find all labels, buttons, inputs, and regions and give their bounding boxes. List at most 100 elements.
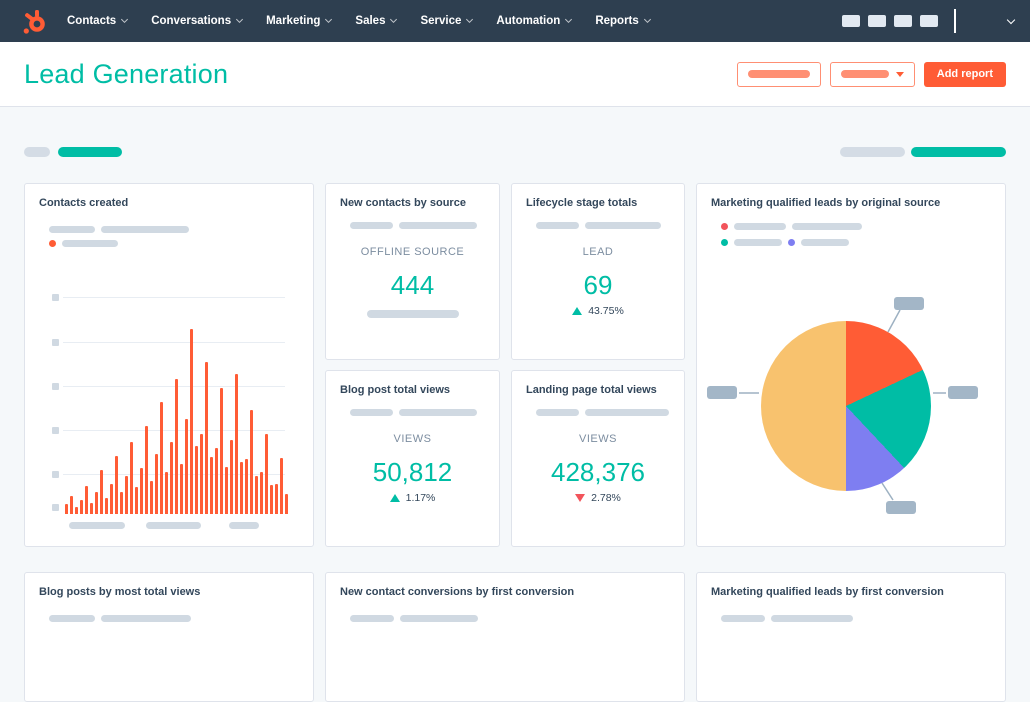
metric-delta: 1.17% [326, 492, 499, 504]
bar [220, 388, 223, 514]
bar [90, 503, 93, 514]
nav-action-placeholder-icon[interactable] [920, 15, 938, 27]
bar [140, 468, 143, 514]
account-chevron-down-icon[interactable] [1006, 15, 1016, 24]
nav-item-contacts[interactable]: Contacts [67, 15, 129, 27]
nav-item-marketing[interactable]: Marketing [266, 15, 333, 27]
bar [230, 440, 233, 514]
skeleton-pill [536, 409, 579, 416]
nav-action-placeholder-icon[interactable] [842, 15, 860, 27]
pie-label-skeleton [707, 386, 737, 399]
nav-item-sales[interactable]: Sales [355, 15, 398, 27]
delta-up-icon [572, 307, 583, 315]
bar [265, 434, 268, 514]
nav-item-service[interactable]: Service [420, 15, 474, 27]
metric-value: 50,812 [372, 457, 453, 487]
card-title: New contact conversions by first convers… [340, 586, 575, 598]
delta-value: 1.17% [405, 492, 436, 504]
metric-label: LEAD [582, 246, 614, 258]
nav-action-placeholder-icon[interactable] [868, 15, 886, 27]
dashboard-actions-dropdown[interactable] [736, 61, 821, 87]
nav-divider [954, 9, 956, 33]
card-title: Marketing qualified leads by first conve… [711, 586, 944, 598]
bar [275, 484, 278, 514]
bar [130, 442, 133, 514]
metric-value: 444 [390, 270, 435, 300]
bar [180, 464, 183, 514]
bar [165, 472, 168, 514]
dropdown-caret-icon [895, 71, 904, 77]
add-report-button[interactable]: Add report [923, 61, 1006, 87]
bar [255, 476, 258, 514]
bar [110, 484, 113, 514]
chart-legend-row [49, 615, 191, 622]
bar [170, 442, 173, 514]
bar [235, 374, 238, 514]
bar [225, 467, 228, 514]
nav-action-placeholder-icon[interactable] [894, 15, 912, 27]
skeleton-pill [101, 615, 191, 622]
card-blog-posts-by-most-total-views: Blog posts by most total views [24, 572, 314, 702]
bar [100, 470, 103, 514]
bar [240, 462, 243, 514]
metric-delta: 2.78% [512, 492, 684, 504]
dashboard-filter-chip[interactable] [911, 147, 1006, 157]
chart-legend-row [49, 226, 189, 233]
chevron-down-icon [236, 15, 244, 24]
y-axis-tick [52, 504, 59, 511]
nav-menu: Contacts Conversations Marketing Sales S… [67, 15, 651, 27]
nav-item-reports[interactable]: Reports [595, 15, 651, 27]
y-axis-tick [52, 471, 59, 478]
nav-item-conversations[interactable]: Conversations [151, 15, 244, 27]
chart-legend-row [536, 222, 661, 229]
skeleton-pill [747, 70, 810, 78]
bar [200, 434, 203, 514]
bar [270, 485, 273, 514]
top-navigation: Contacts Conversations Marketing Sales S… [0, 0, 1030, 42]
delta-value: 43.75% [588, 305, 624, 317]
card-mql-by-first-conversion: Marketing qualified leads by first conve… [696, 572, 1006, 702]
skeleton-pill [101, 226, 189, 233]
card-blog-post-total-views: Blog post total views VIEWS 50,812 1.17% [325, 370, 500, 547]
nav-item-label: Contacts [67, 15, 117, 27]
card-lifecycle-stage-totals: Lifecycle stage totals LEAD 69 43.75% [511, 183, 685, 360]
x-axis-label-skeleton [229, 522, 259, 529]
chart-legend-row [536, 409, 669, 416]
nav-actions [834, 9, 1016, 33]
skeleton-pill [62, 240, 118, 247]
skeleton-pill [24, 147, 50, 157]
bar [250, 410, 253, 514]
y-axis-tick [52, 383, 59, 390]
x-axis-label-skeleton [146, 522, 201, 529]
x-axis-label-skeleton [69, 522, 125, 529]
nav-item-label: Service [420, 15, 462, 27]
page-header: Lead Generation Add report [0, 42, 1030, 107]
chevron-down-icon [466, 15, 474, 24]
chevron-down-icon [325, 15, 333, 24]
bar [65, 504, 68, 514]
bar [175, 379, 178, 514]
card-landing-page-total-views: Landing page total views VIEWS 428,376 2… [511, 370, 685, 547]
bar [260, 472, 263, 514]
card-new-contacts-by-source: New contacts by source OFFLINE SOURCE 44… [325, 183, 500, 360]
skeleton-pill [721, 615, 765, 622]
pie-label-skeleton [894, 297, 924, 310]
bar [115, 456, 118, 514]
metric-label: VIEWS [393, 433, 432, 445]
bar [105, 498, 108, 514]
dashboard-filter-chip[interactable] [58, 147, 122, 157]
delta-up-icon [389, 494, 400, 502]
nav-item-automation[interactable]: Automation [496, 15, 573, 27]
bar [190, 329, 193, 514]
dashboard-filter-dropdown[interactable] [829, 61, 915, 87]
bar [155, 454, 158, 514]
card-contacts-created: Contacts created [24, 183, 314, 547]
bar [210, 457, 213, 514]
bar-chart-bars [65, 292, 288, 514]
hubspot-sprocket-icon[interactable] [22, 8, 47, 35]
nav-item-label: Conversations [151, 15, 232, 27]
y-axis-tick [52, 294, 59, 301]
y-axis-tick [52, 339, 59, 346]
delta-value: 2.78% [591, 492, 621, 504]
chevron-down-icon [390, 15, 398, 24]
